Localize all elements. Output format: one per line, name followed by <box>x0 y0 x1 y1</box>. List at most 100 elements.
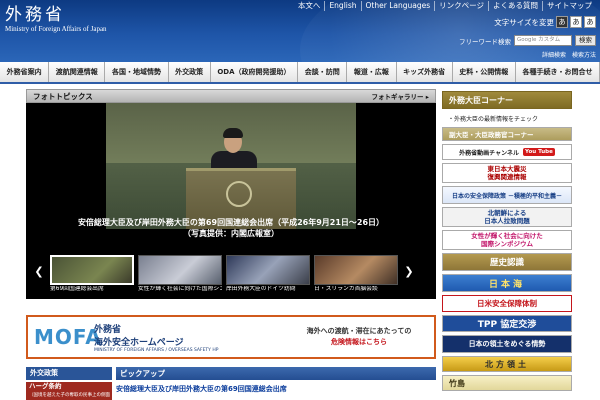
pickup-link[interactable]: 安倍総理大臣及び岸田外務大臣の第69回国連総会出席 <box>116 384 436 394</box>
top-link-skip[interactable]: 本文へ <box>294 1 325 11</box>
banner-line-3: MINISTRY OF FOREIGN AFFAIRS / OVERSEAS S… <box>94 347 219 353</box>
site-logo[interactable]: 外務省 Ministry of Foreign Affairs of Japan <box>5 6 107 34</box>
gnav-regions[interactable]: 各国・地域情勢 <box>105 62 169 82</box>
prev-arrow-icon[interactable]: ❮ <box>32 261 46 281</box>
font-size-medium-button[interactable]: あ <box>570 16 582 28</box>
thumbnail-image <box>50 255 134 285</box>
banner-line-1: 外務省 <box>94 324 122 335</box>
territory-link[interactable]: 日本の領土をめぐる情勢 <box>442 335 572 353</box>
minister-latest-link[interactable]: ・外務大臣の最新情報をチェック <box>442 112 572 124</box>
global-nav: 外務省案内 渡航関連情報 各国・地域情勢 外交政策 ODA（政府開発援助） 会談… <box>0 62 600 84</box>
font-size-control: 文字サイズを変更 あ あ あ <box>494 16 596 28</box>
banner-right-text: 海外への渡航・滞在にあたっての 危険情報はこちら <box>284 326 434 348</box>
font-size-label: 文字サイズを変更 <box>494 17 554 27</box>
gnav-meetings[interactable]: 会談・訪問 <box>298 62 348 82</box>
site-header: 外務省 Ministry of Foreign Affairs of Japan… <box>0 0 600 62</box>
thumbnail[interactable]: 第69回国連総会出席 <box>50 255 134 293</box>
mofa-logo: MOFA <box>34 325 102 349</box>
thumbnail-label: 第69回国連総会出席 <box>50 286 104 292</box>
gnav-kids[interactable]: キッズ外務省 <box>397 62 453 82</box>
font-size-small-button[interactable]: あ <box>556 16 568 28</box>
next-arrow-icon[interactable]: ❯ <box>402 261 416 281</box>
women-line-2: 国際シンポジウム <box>481 240 533 248</box>
hague-convention-subtitle: （国境を越えた子の奪取の民事上の側面に関する条約） <box>29 393 110 398</box>
photo-thumbnails: ❮ 第69回国連総会出席 女性が輝く社会に向けた国際シンポジウム 岸田外務大臣の… <box>26 255 436 299</box>
women-line-1: 女性が輝く社会に向けた <box>471 232 543 240</box>
abduction-issue-link[interactable]: 北朝鮮による 日本人拉致問題 <box>442 207 572 227</box>
hague-convention-link[interactable]: ハーグ条約 （国境を越えた子の奪取の民事上の側面に関する条約） <box>26 382 112 400</box>
photo-topics-bar: フォトトピックス フォトギャラリー ▸ <box>26 89 436 103</box>
search-input[interactable]: Google カスタム <box>514 35 572 46</box>
logo-subtitle: Ministry of Foreign Affairs of Japan <box>5 25 107 33</box>
thumbnail-label: 女性が輝く社会に向けた国際シンポジウム <box>138 286 222 292</box>
main-photo[interactable] <box>106 103 356 229</box>
gnav-policy[interactable]: 外交政策 <box>169 62 211 82</box>
thumbnail[interactable]: 岸田外務大臣のドイツ訪問 <box>226 255 310 293</box>
top-link-other-languages[interactable]: Other Languages <box>360 1 435 11</box>
video-channel-link[interactable]: 外務省動画チャンネル You Tube <box>442 144 572 160</box>
search-button[interactable]: 検索 <box>575 35 596 46</box>
gnav-oda[interactable]: ODA（政府開発援助） <box>211 62 299 82</box>
logo-title: 外務省 <box>5 5 65 25</box>
tpp-negotiations-link[interactable]: TPP 協定交渉 <box>442 315 572 332</box>
right-column: 外務大臣コーナー ・外務大臣の最新情報をチェック 副大臣・大臣政務官コーナー 外… <box>442 91 572 394</box>
top-link-links[interactable]: リンクページ <box>434 1 488 11</box>
search-label: フリーワード検索 <box>459 37 511 46</box>
earthquake-line-1: 東日本大震災 <box>487 165 527 173</box>
font-size-large-button[interactable]: あ <box>584 16 596 28</box>
advanced-search-link[interactable]: 詳細検索 <box>542 50 566 59</box>
top-nav: 本文へ English Other Languages リンクページ よくある質… <box>294 1 596 11</box>
abduction-line-1: 北朝鮮による <box>487 209 527 217</box>
northern-territories-link[interactable]: 北方領土 <box>442 356 572 372</box>
top-link-english[interactable]: English <box>324 1 360 11</box>
sea-of-japan-link[interactable]: 日本海 <box>442 274 572 292</box>
overseas-safety-banner[interactable]: MOFA 外務省 海外安全ホームページ MINISTRY OF FOREIGN … <box>26 315 436 359</box>
banner-right-line-2: 危険情報はこちら <box>331 338 387 346</box>
us-japan-security-link[interactable]: 日米安全保障体制 <box>442 295 572 312</box>
photo-topics-title: フォトトピックス <box>33 91 93 101</box>
thumbnail[interactable]: 女性が輝く社会に向けた国際シンポジウム <box>138 255 222 293</box>
youtube-icon: You Tube <box>523 148 555 156</box>
gnav-about[interactable]: 外務省案内 <box>0 62 50 82</box>
video-channel-label: 外務省動画チャンネル <box>459 149 519 157</box>
speaker-hair <box>223 128 243 138</box>
earthquake-recovery-link[interactable]: 東日本大震災 復興関連情報 <box>442 163 572 183</box>
photo-topics: フォトトピックス フォトギャラリー ▸ 安倍総理大臣及び岸田外務大臣の第69回国… <box>26 89 436 299</box>
top-link-faq[interactable]: よくある質問 <box>488 1 542 11</box>
banner-text: 外務省 海外安全ホームページ MINISTRY OF FOREIGN AFFAI… <box>94 322 284 353</box>
pickup-section: ピックアップ 安倍総理大臣及び岸田外務大臣の第69回国連総会出席 <box>116 367 436 394</box>
thumbnail-image <box>138 255 222 285</box>
diplomatic-policy-section: 外交政策 ハーグ条約 （国境を越えた子の奪取の民事上の側面に関する条約） <box>26 367 112 400</box>
gnav-press[interactable]: 報道・広報 <box>347 62 397 82</box>
hague-convention-title: ハーグ条約 <box>29 382 62 390</box>
gnav-travel[interactable]: 渡航関連情報 <box>49 62 106 82</box>
thumbnail-label: 日・スリランカ首脳会談 <box>314 286 378 292</box>
gnav-archives[interactable]: 史料・公開情報 <box>453 62 516 82</box>
vice-minister-corner-link[interactable]: 副大臣・大臣政務官コーナー <box>442 127 572 141</box>
abduction-line-2: 日本人拉致問題 <box>484 217 530 225</box>
gnav-procedures[interactable]: 各種手続き・お問合せ <box>516 62 600 82</box>
pickup-heading: ピックアップ <box>116 367 436 380</box>
search-help-link[interactable]: 検索方法 <box>572 50 596 59</box>
photo-caption[interactable]: 安倍総理大臣及び岸田外務大臣の第69回国連総会出席（平成26年9月21日～26日… <box>26 217 436 239</box>
photo-gallery-link[interactable]: フォトギャラリー ▸ <box>371 91 429 101</box>
takeshima-link[interactable]: 竹島 <box>442 375 572 391</box>
security-policy-link[interactable]: 日本の安全保障政策 －積極的平和主義－ <box>442 186 572 204</box>
diplomatic-policy-heading: 外交政策 <box>26 367 112 380</box>
earthquake-line-2: 復興関連情報 <box>487 173 527 181</box>
search-area: フリーワード検索 Google カスタム 検索 <box>459 35 596 46</box>
banner-line-2: 海外安全ホームページ <box>94 337 184 348</box>
caption-line-1: 安倍総理大臣及び岸田外務大臣の第69回国連総会出席（平成26年9月21日～26日… <box>77 218 385 227</box>
women-symposium-link[interactable]: 女性が輝く社会に向けた 国際シンポジウム <box>442 230 572 250</box>
thumbnail-image <box>226 255 310 285</box>
history-recognition-link[interactable]: 歴史認識 <box>442 253 572 271</box>
banner-right-line-1: 海外への渡航・滞在にあたっての <box>306 327 412 335</box>
un-emblem-icon <box>226 181 252 207</box>
thumbnail[interactable]: 日・スリランカ首脳会談 <box>314 255 398 293</box>
main-content: フォトトピックス フォトギャラリー ▸ 安倍総理大臣及び岸田外務大臣の第69回国… <box>0 85 600 400</box>
top-link-sitemap[interactable]: サイトマップ <box>542 1 596 11</box>
thumbnail-image <box>314 255 398 285</box>
thumbnail-label: 岸田外務大臣のドイツ訪問 <box>226 286 296 292</box>
minister-corner-link[interactable]: 外務大臣コーナー <box>442 91 572 109</box>
search-links: 詳細検索 検索方法 <box>542 50 596 59</box>
